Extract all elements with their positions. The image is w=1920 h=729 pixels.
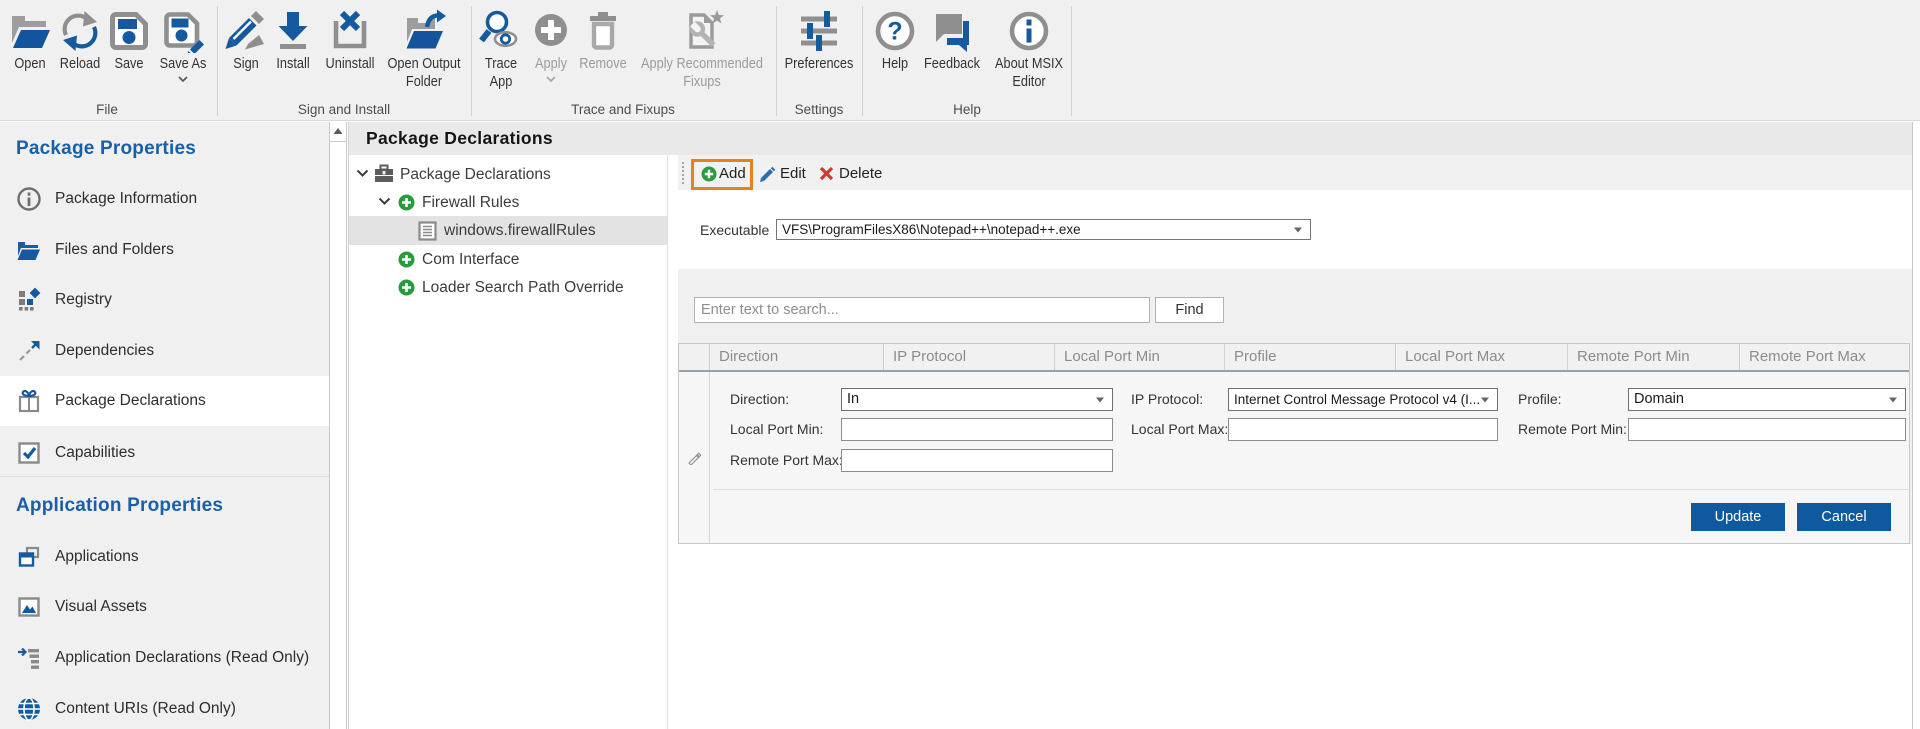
svg-text:?: ? <box>887 18 902 46</box>
